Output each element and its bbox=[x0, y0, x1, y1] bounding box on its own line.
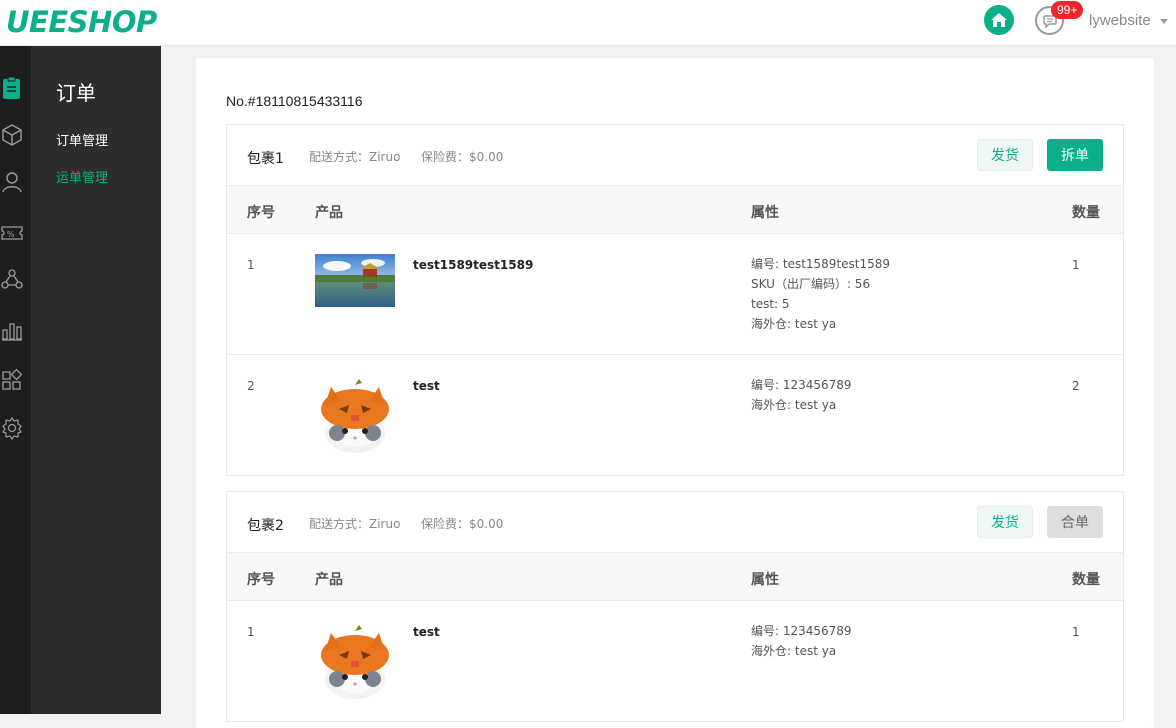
pumpkin-cat-image bbox=[321, 379, 389, 453]
notification-badge: 99+ bbox=[1051, 1, 1084, 19]
product-attributes: 编号: 123456789 海外仓: test ya bbox=[751, 375, 852, 415]
split-order-button[interactable]: 拆单 bbox=[1047, 139, 1103, 171]
stats-bar-icon[interactable] bbox=[1, 318, 23, 342]
attr-line: 编号: 123456789 bbox=[751, 624, 852, 638]
table-row: 1 test 编号: 123456789 海外仓: test ya 1 bbox=[227, 601, 1123, 721]
product-image[interactable] bbox=[315, 254, 395, 307]
attr-line: 海外仓: test ya bbox=[751, 644, 837, 658]
order-number: No.#18110815433116 bbox=[226, 93, 363, 109]
network-icon[interactable] bbox=[1, 268, 23, 292]
product-name[interactable]: test1589test1589 bbox=[413, 258, 533, 272]
home-button[interactable] bbox=[984, 5, 1014, 35]
user-icon[interactable] bbox=[1, 170, 23, 194]
attr-line: 编号: 123456789 bbox=[751, 378, 852, 392]
home-icon bbox=[991, 13, 1007, 27]
nav-waybill-management[interactable]: 运单管理 bbox=[56, 167, 108, 186]
row-index: 1 bbox=[247, 625, 255, 639]
table-row: 2 test 编号: 123456789 海外仓: test ya 2 bbox=[227, 355, 1123, 475]
product-image[interactable] bbox=[315, 621, 395, 701]
table-header: 序号 产品 属性 数量 bbox=[227, 186, 1123, 234]
row-index: 1 bbox=[247, 258, 255, 272]
nav-order-management[interactable]: 订单管理 bbox=[56, 130, 108, 149]
product-attributes: 编号: 123456789 海外仓: test ya bbox=[751, 621, 852, 661]
logo[interactable]: UEESHOP bbox=[6, 5, 157, 39]
package-name: 包裹1 bbox=[247, 151, 284, 167]
col-product: 产品 bbox=[315, 572, 343, 588]
caret-down-icon[interactable] bbox=[1160, 19, 1168, 24]
row-quantity: 1 bbox=[1072, 625, 1080, 639]
username-menu[interactable]: lywebsite bbox=[1089, 12, 1151, 29]
svg-text:%: % bbox=[7, 230, 15, 239]
coupon-icon[interactable]: % bbox=[1, 221, 23, 245]
section-title: 订单 bbox=[56, 81, 96, 105]
attr-line: 编号: test1589test1589 bbox=[751, 257, 891, 271]
order-icon[interactable] bbox=[1, 76, 23, 100]
row-index: 2 bbox=[247, 379, 255, 393]
main-panel: No.#18110815433116 包裹1 配送方式：Ziruo 保险费：$0… bbox=[196, 58, 1154, 728]
attr-line: 海外仓: test ya bbox=[751, 398, 837, 412]
insurance-fee: 保险费：$0.00 bbox=[421, 150, 504, 164]
col-product: 产品 bbox=[315, 205, 343, 221]
product-image[interactable] bbox=[315, 375, 395, 455]
insurance-fee: 保险费：$0.00 bbox=[421, 517, 504, 531]
package-card: 包裹1 配送方式：Ziruo 保险费：$0.00 发货 拆单 序号 产品 属性 … bbox=[226, 124, 1124, 476]
product-attributes: 编号: test1589test1589 SKU（出厂编码）: 56 test:… bbox=[751, 254, 890, 334]
table-row: 1 test1589test1589 编号: test1589test1589 … bbox=[227, 234, 1123, 355]
table-header: 序号 产品 属性 数量 bbox=[227, 553, 1123, 601]
merge-order-button[interactable]: 合单 bbox=[1047, 506, 1103, 538]
col-quantity: 数量 bbox=[1072, 205, 1100, 221]
top-bar: UEESHOP 99+ lywebsite bbox=[0, 0, 1176, 46]
pumpkin-cat-image bbox=[321, 625, 389, 699]
package-name: 包裹2 bbox=[247, 518, 284, 534]
ship-button[interactable]: 发货 bbox=[977, 139, 1033, 171]
sub-navigation: 订单 订单管理 运单管理 bbox=[31, 46, 161, 714]
row-quantity: 1 bbox=[1072, 258, 1080, 272]
shipping-method: 配送方式：Ziruo bbox=[309, 150, 401, 164]
col-attributes: 属性 bbox=[751, 572, 779, 588]
product-box-icon[interactable] bbox=[1, 123, 23, 147]
landscape-palace-image bbox=[315, 254, 395, 307]
package-header: 包裹2 配送方式：Ziruo 保险费：$0.00 发货 合单 bbox=[227, 492, 1123, 553]
attr-line: 海外仓: test ya bbox=[751, 317, 837, 331]
attr-line: test: 5 bbox=[751, 297, 790, 311]
package-card: 包裹2 配送方式：Ziruo 保险费：$0.00 发货 合单 序号 产品 属性 … bbox=[226, 491, 1124, 722]
settings-gear-icon[interactable] bbox=[1, 416, 23, 440]
package-header: 包裹1 配送方式：Ziruo 保险费：$0.00 发货 拆单 bbox=[227, 125, 1123, 186]
product-name[interactable]: test bbox=[413, 625, 440, 639]
icon-sidebar: % bbox=[0, 46, 31, 714]
shipping-method: 配送方式：Ziruo bbox=[309, 517, 401, 531]
apps-grid-icon[interactable] bbox=[1, 368, 23, 392]
row-quantity: 2 bbox=[1072, 379, 1080, 393]
col-quantity: 数量 bbox=[1072, 572, 1100, 588]
col-index: 序号 bbox=[247, 572, 275, 588]
attr-line: SKU（出厂编码）: 56 bbox=[751, 277, 871, 291]
col-index: 序号 bbox=[247, 205, 275, 221]
col-attributes: 属性 bbox=[751, 205, 779, 221]
product-name[interactable]: test bbox=[413, 379, 440, 393]
ship-button[interactable]: 发货 bbox=[977, 506, 1033, 538]
